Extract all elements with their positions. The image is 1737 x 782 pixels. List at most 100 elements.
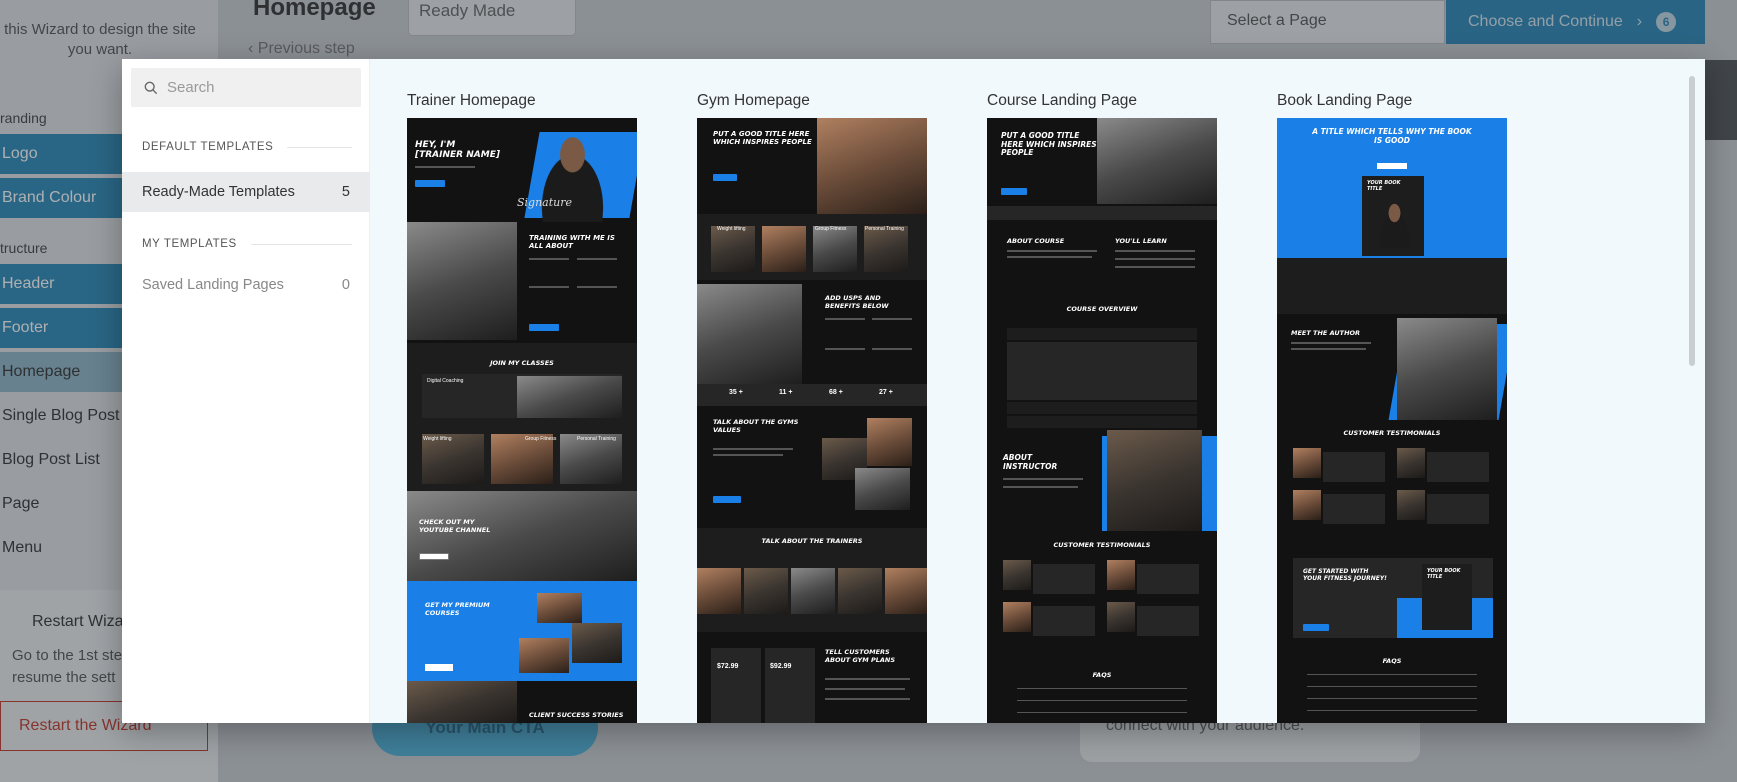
signature-text: Signature xyxy=(517,196,573,209)
text-line xyxy=(872,348,912,350)
thumb-button xyxy=(425,664,453,671)
heading-divider xyxy=(287,146,352,148)
text-line xyxy=(1007,256,1092,258)
thumb-button xyxy=(419,553,449,560)
testimonial-card xyxy=(1137,564,1199,594)
template-thumbnail[interactable]: PUT A GOOD TITLE HERE WHICH INSPIRES PEO… xyxy=(987,118,1217,723)
trainer-photo xyxy=(697,568,741,614)
search-input[interactable] xyxy=(167,79,347,96)
heading-divider xyxy=(250,243,352,245)
overview-row xyxy=(1007,416,1197,428)
book-faqs-heading: FAQS xyxy=(1382,657,1402,665)
course-photo-2 xyxy=(572,623,622,663)
gym-class-photo xyxy=(762,226,806,272)
course-photo-3 xyxy=(519,638,569,673)
training-heading: TRAINING WITH ME IS ALL ABOUT xyxy=(529,234,615,250)
text-line xyxy=(1115,266,1195,268)
gym-class-photo xyxy=(711,226,755,272)
text-line xyxy=(825,688,905,690)
template-thumbnail[interactable]: HEY, I'M [TRAINER NAME] Signature TRAINI… xyxy=(407,118,637,723)
learn-heading: YOU'LL LEARN xyxy=(1115,237,1167,245)
thumb-button xyxy=(529,324,559,331)
gym-class-label: Weight lifting xyxy=(717,226,746,232)
saved-pages-count: 0 xyxy=(341,277,350,293)
thumb-button xyxy=(713,496,741,503)
values-heading: TALK ABOUT THE GYMS VALUES xyxy=(713,418,799,434)
hero-heading-line1: HEY, I'M xyxy=(415,140,456,150)
price-card xyxy=(765,648,815,723)
usps-heading: ADD USPS AND BENEFITS BELOW xyxy=(825,294,889,310)
instructor-photo xyxy=(1107,430,1202,531)
overview-row xyxy=(1007,402,1197,414)
my-templates-heading: MY TEMPLATES xyxy=(142,238,352,250)
sidebar-item-saved[interactable]: Saved Landing Pages 0 xyxy=(122,265,370,305)
default-templates-label: DEFAULT TEMPLATES xyxy=(142,141,274,153)
youtube-section-photo xyxy=(407,491,637,581)
price-card xyxy=(711,648,761,723)
premium-heading: GET MY PREMIUM COURSES xyxy=(425,601,490,617)
stat-value: 35 + xyxy=(729,389,743,396)
search-box[interactable] xyxy=(131,68,361,107)
about-course-heading: ABOUT COURSE xyxy=(1007,237,1065,245)
trainer-photo xyxy=(744,568,788,614)
overview-expanded xyxy=(1007,342,1197,400)
text-line xyxy=(713,454,783,456)
testimonial-card xyxy=(1323,494,1385,524)
join-heading: JOIN MY CLASSES xyxy=(490,359,554,367)
started-heading: GET STARTED WITH YOUR FITNESS JOURNEY! xyxy=(1303,568,1387,582)
default-templates-heading: DEFAULT TEMPLATES xyxy=(142,141,352,153)
sidebar-item-ready-made[interactable]: Ready-Made Templates 5 xyxy=(122,172,370,212)
faq-row xyxy=(1307,674,1477,675)
hero-heading-line2: [TRAINER NAME] xyxy=(415,150,500,160)
class-label-3: Personal Training xyxy=(577,436,616,442)
price-value: $72.99 xyxy=(717,663,739,670)
testimonial-avatar xyxy=(1003,602,1031,632)
stat-value: 27 + xyxy=(879,389,893,396)
template-card-course[interactable]: Course Landing Page PUT A GOOD TITLE HER… xyxy=(987,92,1217,723)
gym-class-photo xyxy=(813,226,857,272)
ready-made-label: Ready-Made Templates xyxy=(142,184,295,200)
course-stats-strip xyxy=(987,206,1217,220)
thumb-button xyxy=(713,174,737,181)
testimonial-avatar xyxy=(1003,560,1031,590)
template-thumbnail[interactable]: A TITLE WHICH TELLS WHY THE BOOK IS GOOD… xyxy=(1277,118,1507,723)
template-thumbnail[interactable]: PUT A GOOD TITLE HERE WHICH INSPIRES PEO… xyxy=(697,118,927,723)
gym-hero-heading: PUT A GOOD TITLE HERE WHICH INSPIRES PEO… xyxy=(713,130,812,146)
price-value: $92.99 xyxy=(770,663,792,670)
template-card-book[interactable]: Book Landing Page A TITLE WHICH TELLS WH… xyxy=(1277,92,1507,723)
saved-pages-label: Saved Landing Pages xyxy=(142,277,284,293)
text-line xyxy=(529,286,569,288)
book-features xyxy=(1277,258,1507,314)
text-line xyxy=(825,698,910,700)
text-line xyxy=(825,678,910,680)
gym-class-label: Group Fitness xyxy=(815,226,847,232)
book-cover-title: YOUR BOOK TITLE xyxy=(1367,180,1401,192)
template-card-trainer[interactable]: Trainer Homepage HEY, I'M [TRAINER NAME]… xyxy=(407,92,637,723)
values-photo xyxy=(867,418,912,466)
values-photo xyxy=(855,468,910,510)
text-line xyxy=(415,166,475,168)
course-hero-photo xyxy=(1097,118,1217,204)
text-line xyxy=(1003,478,1083,480)
gym-hero-photo xyxy=(817,118,927,214)
template-title: Gym Homepage xyxy=(697,92,810,109)
instructor-heading: ABOUT INSTRUCTOR xyxy=(1003,453,1058,471)
template-title: Trainer Homepage xyxy=(407,92,536,109)
course-photo-1 xyxy=(537,593,582,623)
testimonial-card xyxy=(1323,452,1385,482)
book-testimonials-heading: CUSTOMER TESTIMONIALS xyxy=(1343,429,1441,437)
class-label-2: Group Fitness xyxy=(525,436,557,442)
my-templates-label: MY TEMPLATES xyxy=(142,238,237,250)
trainer-photo xyxy=(885,568,927,614)
thumb-button xyxy=(1303,624,1329,631)
course-hero-heading: PUT A GOOD TITLE HERE WHICH INSPIRES PEO… xyxy=(1001,131,1097,157)
template-card-gym[interactable]: Gym Homepage PUT A GOOD TITLE HERE WHICH… xyxy=(697,92,927,723)
overview-row xyxy=(1007,328,1197,340)
gallery-scrollbar[interactable] xyxy=(1689,76,1695,366)
text-line xyxy=(1291,348,1366,350)
success-photo xyxy=(407,681,517,723)
cta-book-title: YOUR BOOK TITLE xyxy=(1427,568,1461,580)
template-gallery: Trainer Homepage HEY, I'M [TRAINER NAME]… xyxy=(370,59,1705,723)
gym-class-label: Personal Training xyxy=(865,226,904,232)
overview-heading: COURSE OVERVIEW xyxy=(1066,305,1138,313)
